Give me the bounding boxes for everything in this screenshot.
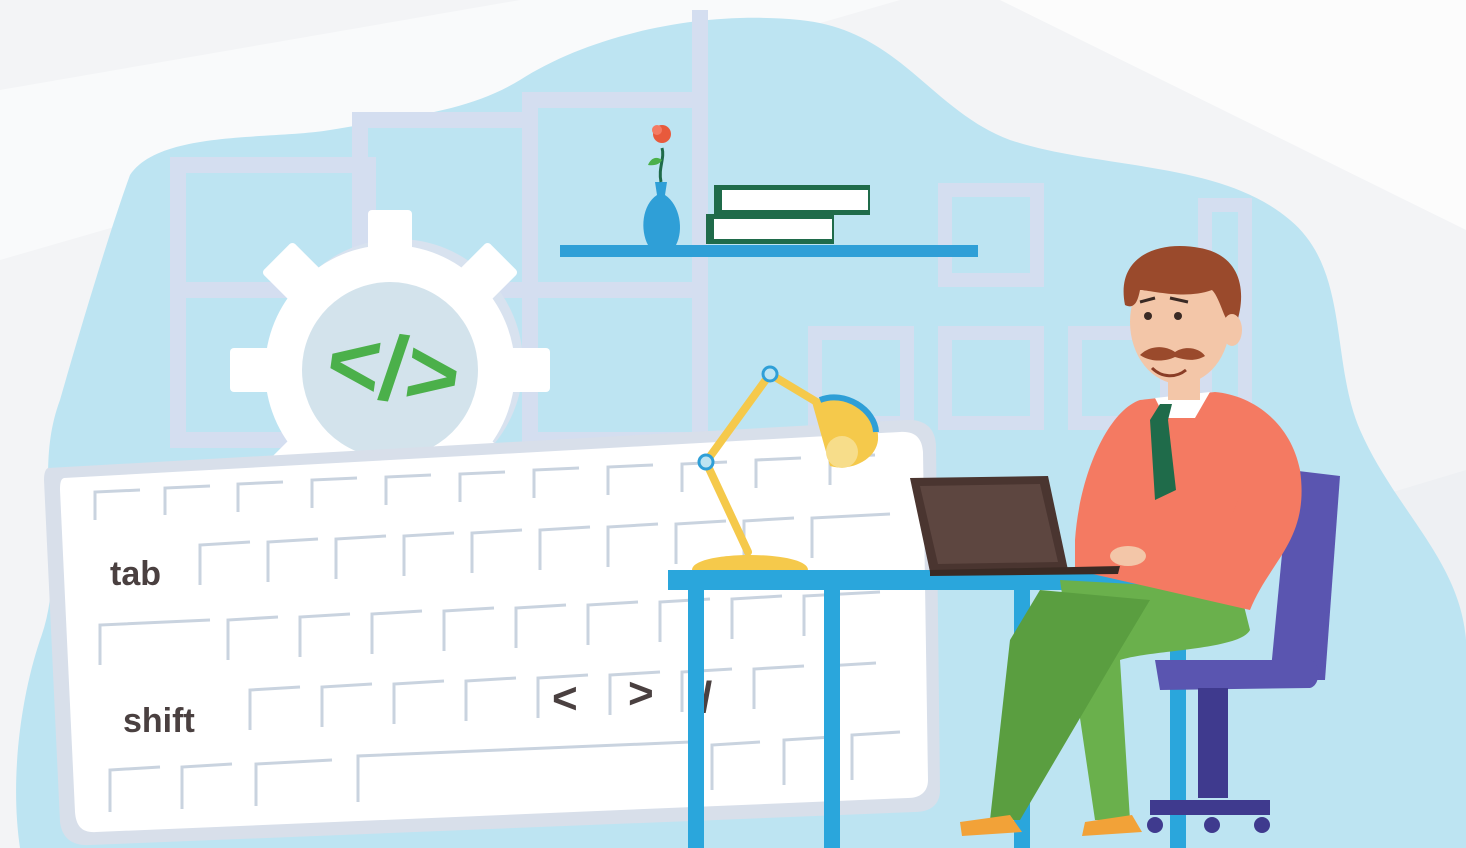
keyboard: tab shift < > / <box>44 419 940 846</box>
wall-shelf <box>560 245 978 257</box>
shift-key-label: shift <box>123 702 195 740</box>
greater-than-key-label: > <box>628 669 654 718</box>
developer-workspace-illustration: </> tab shift < > / <box>0 0 1466 848</box>
less-than-key-label: < <box>552 674 578 723</box>
svg-text:</>: </> <box>321 309 467 429</box>
tab-key-label: tab <box>110 555 161 593</box>
code-icon: </> <box>321 309 467 429</box>
